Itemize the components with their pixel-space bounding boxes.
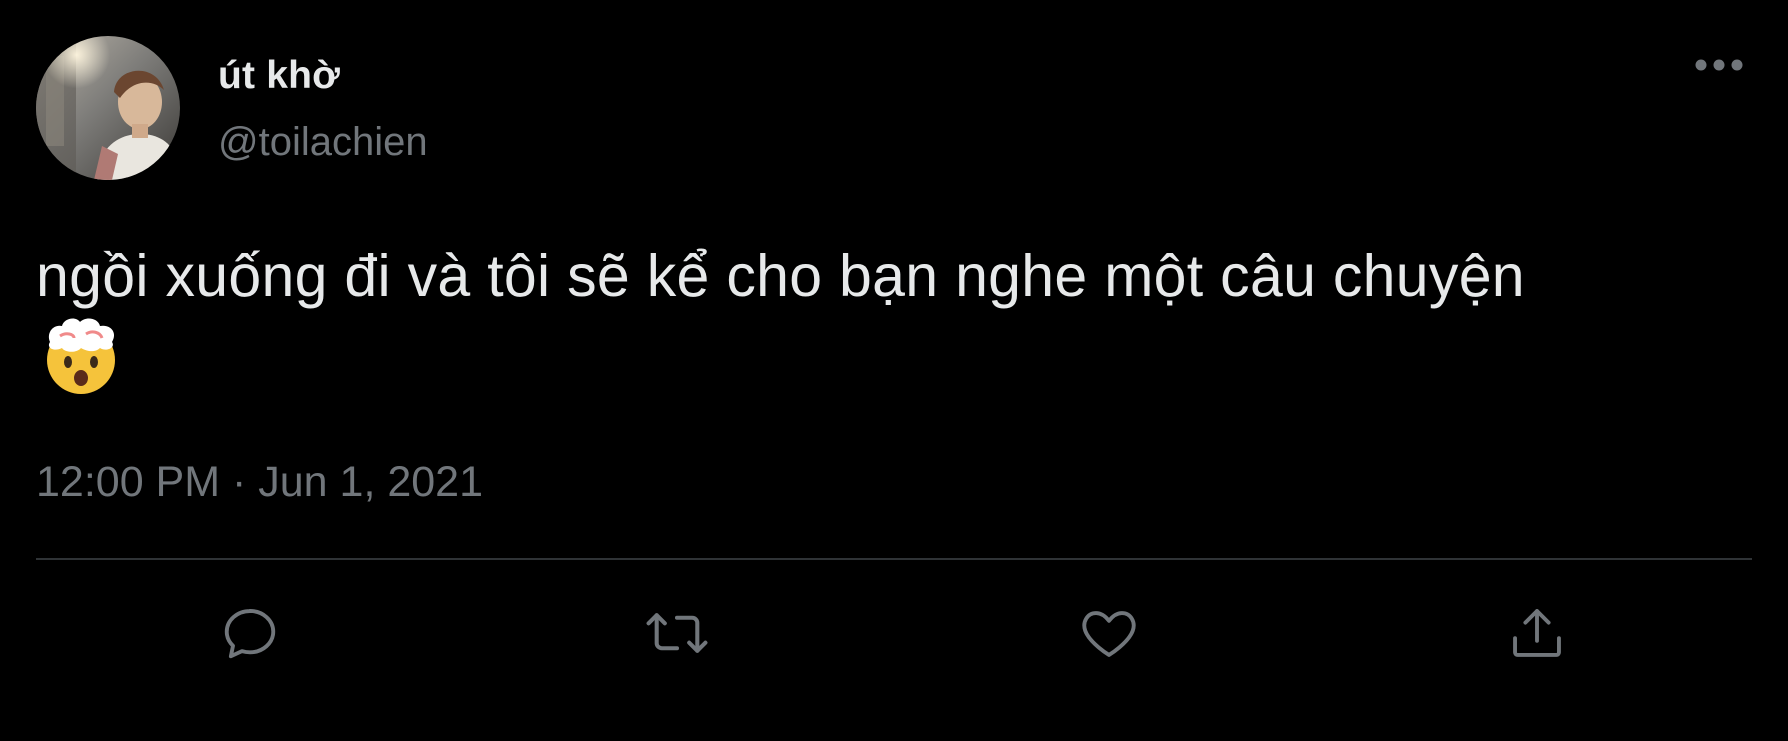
exploding-head-icon <box>40 314 122 396</box>
divider <box>36 558 1752 560</box>
tweet-timestamp[interactable]: 12:00 PM · Jun 1, 2021 <box>36 458 483 507</box>
avatar[interactable] <box>36 36 180 180</box>
more-options-icon[interactable] <box>1694 56 1744 74</box>
share-button[interactable] <box>1504 600 1570 666</box>
display-name[interactable]: út khờ <box>218 54 340 98</box>
share-icon <box>1513 609 1561 657</box>
like-button[interactable] <box>1076 600 1142 666</box>
reply-button[interactable] <box>217 600 283 666</box>
heart-icon <box>1082 611 1136 657</box>
retweet-button[interactable] <box>644 600 710 666</box>
avatar-image <box>36 36 180 180</box>
reply-icon <box>224 609 276 659</box>
tweet-text: ngồi xuống đi và tôi sẽ kể cho bạn nghe … <box>36 243 1525 309</box>
user-handle[interactable]: @toilachien <box>218 120 428 165</box>
retweet-icon <box>646 613 708 653</box>
tweet-card: út khờ @toilachien ngồi xuống đi và tôi … <box>0 0 1788 741</box>
